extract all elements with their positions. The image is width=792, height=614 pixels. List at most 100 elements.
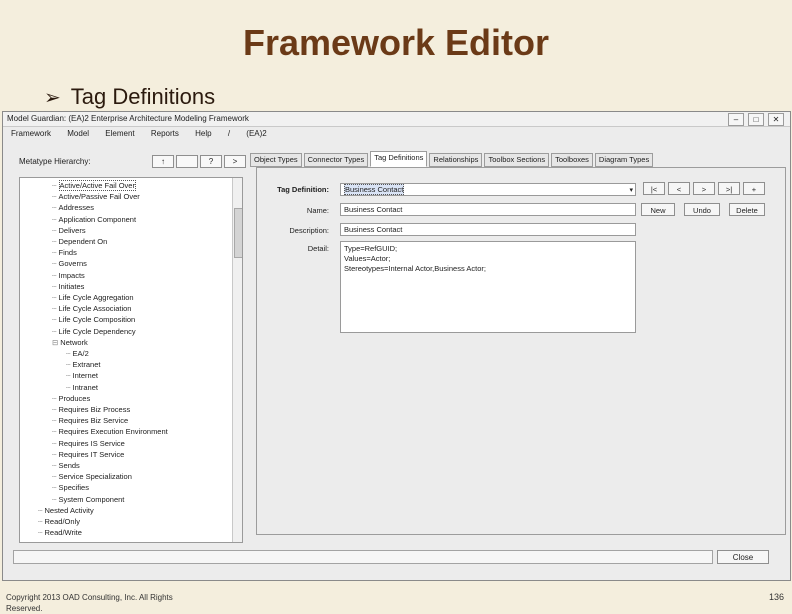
tree-item[interactable]: ┄ Requires Biz Service xyxy=(52,415,128,426)
tree-branch-icon: ┄ xyxy=(38,517,43,526)
tree-scroll-thumb[interactable] xyxy=(234,208,242,258)
tree-item[interactable]: ┄ Addresses xyxy=(52,202,94,213)
tree-item[interactable]: ┄ Life Cycle Aggregation xyxy=(52,292,134,303)
first-record-button[interactable]: |< xyxy=(643,182,665,195)
tree-branch-icon: ┄ xyxy=(52,315,57,325)
name-label: Name: xyxy=(306,206,329,215)
tree-item[interactable]: ┄ Read/Write xyxy=(38,527,82,538)
tree-item-label: Requires Biz Process xyxy=(58,405,131,414)
tab-relationships[interactable]: Relationships xyxy=(429,153,483,167)
tree-item[interactable]: ┄ Service Specialization xyxy=(52,471,132,482)
tree-branch-icon: ┄ xyxy=(52,494,57,504)
description-field[interactable]: Business Contact xyxy=(340,223,636,236)
tree-branch-icon: ┄ xyxy=(52,393,57,403)
maximize-icon[interactable]: □ xyxy=(748,113,764,126)
tree-item-label: Read/Write xyxy=(44,528,82,538)
expand-button[interactable]: > xyxy=(224,155,246,168)
tree-branch-icon: ┄ xyxy=(66,371,71,381)
tree-item[interactable]: ┄ Governs xyxy=(52,258,87,269)
tree-item-label: Governs xyxy=(58,259,87,269)
menu-element[interactable]: Element xyxy=(105,129,134,138)
delete-button[interactable]: Delete xyxy=(729,203,765,216)
previous-record-button[interactable]: < xyxy=(668,182,690,195)
new-button[interactable]: New xyxy=(641,203,675,216)
bullet-text: Tag Definitions xyxy=(70,84,216,109)
tree-branch-icon: ┄ xyxy=(66,382,71,392)
tree-item[interactable]: ┄ Extranet xyxy=(66,359,100,370)
tree-item[interactable]: ┄ Active/Active Fail Over xyxy=(52,180,136,191)
tree-item-label: Sends xyxy=(58,461,80,470)
tree-item[interactable]: ┄ Dependent On xyxy=(52,236,107,247)
menu-ea2[interactable]: (EA)2 xyxy=(246,129,266,138)
menu-framework[interactable]: Framework xyxy=(11,129,51,138)
tree-branch-icon: ┄ xyxy=(52,449,57,459)
menu-separator: / xyxy=(227,129,231,138)
tree-item[interactable]: ┄ Read/Only xyxy=(38,516,80,527)
tab-tag-definitions[interactable]: Tag Definitions xyxy=(370,151,428,167)
help-button[interactable]: ? xyxy=(200,155,222,168)
close-icon[interactable]: ✕ xyxy=(768,113,784,126)
tree-branch-icon: ┄ xyxy=(38,528,43,538)
tree-item[interactable]: ┄ Delivers xyxy=(52,225,86,236)
tree-scrollbar[interactable] xyxy=(232,178,242,542)
tree-item[interactable]: ┄ Requires IT Service xyxy=(52,449,124,460)
tree-item[interactable]: ┄ Requires Biz Process xyxy=(52,404,130,415)
tree-item[interactable]: ┄ Active/Passive Fail Over xyxy=(52,191,140,202)
tree-branch-icon: ┄ xyxy=(52,461,57,470)
tab-toolboxes[interactable]: Toolboxes xyxy=(551,153,593,167)
chevron-down-icon[interactable]: ▾ xyxy=(629,185,633,197)
detail-line: Type=RefGUID; xyxy=(344,244,398,253)
tab-diagram-types[interactable]: Diagram Types xyxy=(594,153,654,167)
menu-model[interactable]: Model xyxy=(67,129,89,138)
tree-item[interactable]: ┄ Specifies xyxy=(52,482,89,493)
add-record-button[interactable]: + xyxy=(743,182,765,195)
menu-reports[interactable]: Reports xyxy=(151,129,179,138)
tree-item[interactable]: ┄ Sends xyxy=(52,460,80,471)
tree-item[interactable]: ┄ Initiates xyxy=(52,281,84,292)
tab-connector-types[interactable]: Connector Types xyxy=(303,153,369,167)
detail-textarea[interactable]: Type=RefGUID; Values=Actor; Stereotypes=… xyxy=(340,241,636,333)
tree-item[interactable]: ┄ Requires IS Service xyxy=(52,438,125,449)
tree-branch-icon: ┄ xyxy=(52,293,57,302)
tree-item-label: Service Specialization xyxy=(58,472,132,482)
blank-button[interactable] xyxy=(176,155,198,168)
copyright-footer: Copyright 2013 OAD Consulting, Inc. All … xyxy=(6,593,173,613)
tree-item[interactable]: ┄ System Component xyxy=(52,494,124,505)
last-record-button[interactable]: >| xyxy=(718,182,740,195)
arrow-bullet-icon: ➢ xyxy=(44,87,61,109)
close-button[interactable]: Close xyxy=(717,550,769,564)
tab-object-types[interactable]: Object Types xyxy=(250,153,302,167)
tree-item[interactable]: ┄ Internet xyxy=(66,370,98,381)
tree-item[interactable]: ┄ Life Cycle Dependency xyxy=(52,326,136,337)
tree-branch-icon: ┄ xyxy=(52,203,57,213)
tree-branch-icon: ┄ xyxy=(52,181,57,190)
menu-help[interactable]: Help xyxy=(195,129,211,138)
tree-item[interactable]: ┄ Finds xyxy=(52,247,77,258)
tag-definition-select[interactable]: Business Contact ▾ xyxy=(340,183,636,196)
tree-branch-icon: ┄ xyxy=(52,281,57,291)
tree-item[interactable]: ⊟ Network xyxy=(52,337,88,348)
tree-item[interactable]: ┄ Impacts xyxy=(52,270,85,281)
tree-item[interactable]: ┄ EA/2 xyxy=(66,348,89,359)
metatype-tree[interactable]: ┄ Active/Active Fail Over ┄ Active/Passive … xyxy=(19,177,243,543)
tree-item[interactable]: ┄ Nested Activity xyxy=(38,505,94,516)
tree-item[interactable]: ┄ Produces xyxy=(52,393,90,404)
collapse-icon[interactable]: ⊟ xyxy=(52,338,58,347)
detail-label: Detail: xyxy=(307,244,329,253)
tree-item-label: Intranet xyxy=(72,382,98,392)
tree-item[interactable]: ┄ Intranet xyxy=(66,382,98,393)
tree-item-label: Life Cycle Dependency xyxy=(58,326,136,336)
next-record-button[interactable]: > xyxy=(693,182,715,195)
tree-item-label: Addresses xyxy=(58,203,94,213)
tree-item-label: Specifies xyxy=(58,483,89,493)
tree-item[interactable]: ┄ Application Component xyxy=(52,214,136,225)
tree-item[interactable]: ┄ Life Cycle Composition xyxy=(52,314,135,325)
minimize-icon[interactable]: – xyxy=(728,113,744,126)
tab-toolbox-sections[interactable]: Toolbox Sections xyxy=(484,153,550,167)
move-up-button[interactable]: ↑ xyxy=(152,155,174,168)
name-field[interactable]: Business Contact xyxy=(340,203,636,216)
tree-item[interactable]: ┄ Requires Execution Environment xyxy=(52,426,168,437)
undo-button[interactable]: Undo xyxy=(684,203,720,216)
tree-item-label: Produces xyxy=(58,393,91,403)
tree-item[interactable]: ┄ Life Cycle Association xyxy=(52,303,131,314)
